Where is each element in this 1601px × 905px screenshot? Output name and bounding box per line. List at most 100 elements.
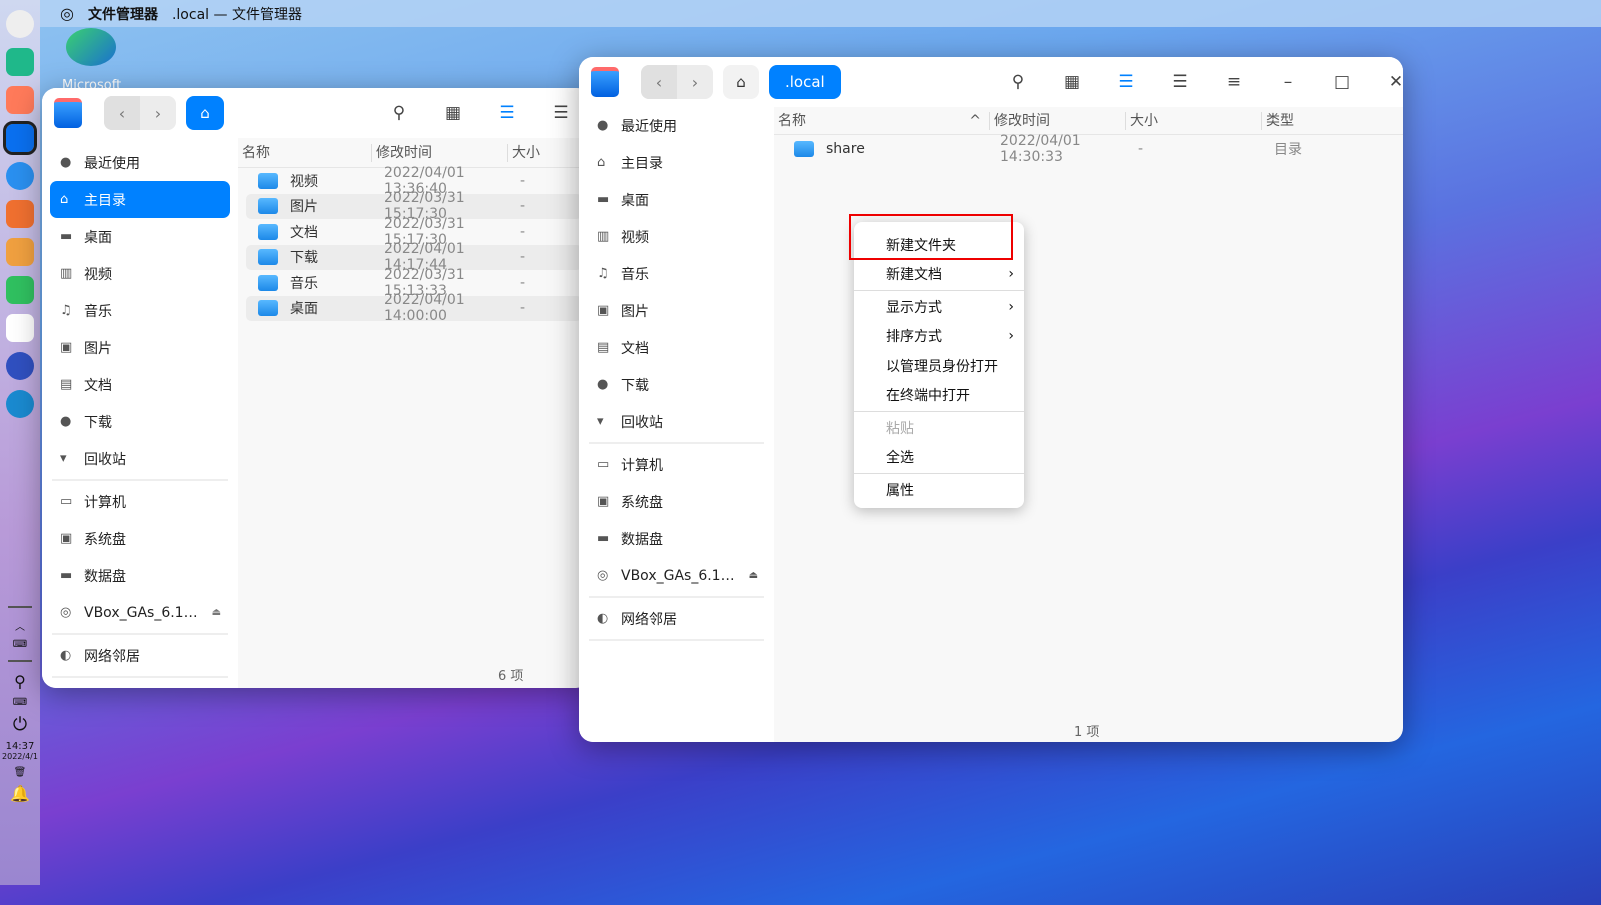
home-breadcrumb-button[interactable]: ⌂	[186, 96, 224, 130]
column-modified[interactable]: 修改时间	[372, 143, 508, 162]
video-icon: ▥	[60, 266, 73, 281]
sidebar-item-documents[interactable]: ▤ 文档	[587, 329, 766, 366]
music-icon: ♫	[597, 266, 609, 281]
file-manager-icon[interactable]	[3, 121, 37, 155]
music-icon[interactable]	[6, 276, 34, 304]
column-name[interactable]: 名称 ^	[774, 111, 990, 130]
sidebar-item-videos[interactable]: ▥ 视频	[50, 255, 230, 292]
sidebar-item-vbox[interactable]: ◎ VBox_GAs_6.1… ⏏	[50, 594, 230, 631]
sidebar-item-downloads[interactable]: ● 下载	[587, 366, 766, 403]
bell-icon[interactable]: 🔔	[10, 784, 30, 803]
multitask-icon[interactable]	[6, 48, 34, 76]
icon-view-icon[interactable]: ▦	[426, 103, 480, 123]
photos-icon[interactable]	[6, 238, 34, 266]
sidebar-item-music[interactable]: ♫ 音乐	[587, 255, 766, 292]
sidebar-item-computer[interactable]: ▭ 计算机	[50, 483, 230, 520]
menu-item-sort-by[interactable]: 排序方式 ›	[854, 322, 1024, 352]
calendar-icon[interactable]	[6, 314, 34, 342]
trash-icon[interactable]: 🗑	[14, 767, 27, 778]
forward-button[interactable]: ›	[677, 65, 713, 99]
chevron-right-icon: ›	[1008, 328, 1014, 345]
download-icon: ●	[60, 414, 72, 429]
menu-item-paste[interactable]: 粘贴	[854, 413, 1024, 443]
menu-icon[interactable]: ≡	[1207, 72, 1261, 92]
search-icon[interactable]: ⚲	[372, 103, 426, 123]
keyboard-icon[interactable]: ⌨	[13, 639, 27, 650]
list-view-icon[interactable]: ☰	[1099, 72, 1153, 92]
sidebar-item-downloads[interactable]: ● 下载	[50, 403, 230, 440]
file-row[interactable]: 桌面 2022/04/01 14:00:00-	[246, 292, 582, 324]
sidebar-item-data-disk[interactable]: ▬ 数据盘	[587, 520, 766, 557]
menu-item-select-all[interactable]: 全选	[854, 443, 1024, 473]
app-logo-icon	[54, 98, 82, 128]
menu-item-new-folder[interactable]: 新建文件夹	[854, 230, 1024, 260]
power-icon[interactable]: ⏻	[13, 714, 27, 735]
eject-icon[interactable]: ⏏	[212, 607, 221, 618]
column-size[interactable]: 大小	[1126, 111, 1262, 130]
sidebar-item-recent[interactable]: ● 最近使用	[50, 144, 230, 181]
sort-ascending-icon: ^	[969, 112, 981, 129]
item-count: 6 项	[498, 669, 524, 684]
menu-item-properties[interactable]: 属性	[854, 475, 1024, 505]
sidebar-item-pictures[interactable]: ▣ 图片	[587, 292, 766, 329]
sidebar-item-home[interactable]: ⌂ 主目录	[50, 181, 230, 218]
sidebar-item-network[interactable]: ◐ 网络邻居	[50, 637, 230, 674]
column-size[interactable]: 大小	[508, 144, 588, 162]
file-row[interactable]: share 2022/04/01 14:30:33 - 目录	[774, 133, 1403, 165]
home-icon: ⌂	[597, 155, 606, 170]
icon-view-icon[interactable]: ▦	[1045, 72, 1099, 92]
eject-icon[interactable]: ⏏	[749, 570, 758, 581]
sidebar-item-pictures[interactable]: ▣ 图片	[50, 329, 230, 366]
sidebar-item-recent[interactable]: ● 最近使用	[587, 107, 766, 144]
sidebar-item-videos[interactable]: ▥ 视频	[587, 218, 766, 255]
column-type[interactable]: 类型	[1262, 112, 1382, 130]
detail-view-icon[interactable]: ☰	[1153, 72, 1207, 92]
breadcrumb-local[interactable]: .local	[769, 65, 841, 99]
edge-icon[interactable]	[6, 390, 34, 418]
search-icon[interactable]: ⚲	[14, 672, 26, 691]
chevron-up-icon[interactable]: ︿	[15, 618, 25, 633]
menu-item-display-mode[interactable]: 显示方式 ›	[854, 292, 1024, 322]
back-button[interactable]: ‹	[104, 96, 140, 130]
menu-item-new-document[interactable]: 新建文档 ›	[854, 260, 1024, 290]
sidebar: ● 最近使用 ⌂ 主目录 ▬ 桌面 ▥ 视频 ♫ 音乐 ▣ 图片 ▤ 文档 ● 下载 ▾ 回收站 …	[42, 138, 238, 688]
settings-icon[interactable]	[6, 352, 34, 380]
forward-button[interactable]: ›	[140, 96, 176, 130]
store-icon[interactable]	[6, 200, 34, 228]
menu-item-open-in-terminal[interactable]: 在终端中打开	[854, 381, 1024, 411]
menu-item-open-as-admin[interactable]: 以管理员身份打开	[854, 351, 1024, 381]
back-button[interactable]: ‹	[641, 65, 677, 99]
sidebar-item-vbox[interactable]: ◎ VBox_GAs_6.1… ⏏	[587, 557, 766, 594]
close-button[interactable]: ✕	[1369, 72, 1403, 92]
computer-icon: ▭	[60, 494, 73, 509]
keyboard-layout-icon[interactable]: ⌨	[13, 697, 27, 708]
sidebar-item-trash[interactable]: ▾ 回收站	[587, 403, 766, 440]
sidebar-item-network[interactable]: ◐ 网络邻居	[587, 600, 766, 637]
search-icon[interactable]: ⚲	[991, 72, 1045, 92]
sidebar-item-documents[interactable]: ▤ 文档	[50, 366, 230, 403]
home-button[interactable]: ⌂	[723, 65, 759, 99]
disk-icon: ▬	[597, 531, 610, 546]
sidebar-item-system-disk[interactable]: ▣ 系统盘	[587, 483, 766, 520]
list-view-icon[interactable]: ☰	[480, 103, 534, 123]
sidebar-item-data-disk[interactable]: ▬ 数据盘	[50, 557, 230, 594]
app-name: 文件管理器	[87, 6, 158, 23]
launcher-icon[interactable]	[6, 10, 34, 38]
clock-time: 14:37	[5, 741, 35, 752]
sidebar-item-desktop[interactable]: ▬ 桌面	[587, 181, 766, 218]
column-modified[interactable]: 修改时间	[990, 111, 1126, 130]
column-name[interactable]: 名称	[238, 143, 372, 162]
app-store-icon[interactable]	[6, 86, 34, 114]
maximize-button[interactable]: □	[1315, 72, 1369, 92]
desktop-edge-icon[interactable]	[66, 28, 116, 66]
sidebar-item-system-disk[interactable]: ▣ 系统盘	[50, 520, 230, 557]
sidebar-item-trash[interactable]: ▾ 回收站	[50, 440, 230, 477]
window-title: .local — 文件管理器	[171, 6, 302, 23]
sidebar-item-computer[interactable]: ▭ 计算机	[587, 446, 766, 483]
browser-icon[interactable]	[6, 162, 34, 190]
minimize-button[interactable]: –	[1261, 72, 1315, 92]
folder-icon	[258, 249, 278, 266]
sidebar-item-home[interactable]: ⌂ 主目录	[587, 144, 766, 181]
sidebar-item-desktop[interactable]: ▬ 桌面	[50, 218, 230, 255]
sidebar-item-music[interactable]: ♫ 音乐	[50, 292, 230, 329]
